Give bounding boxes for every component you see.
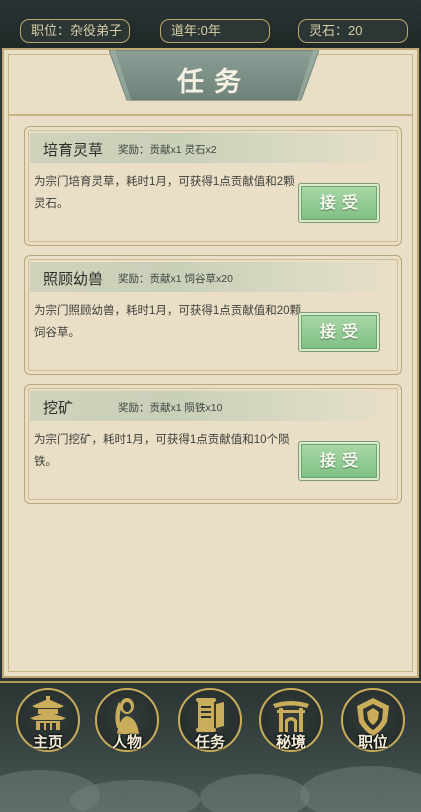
spirit-stones-display: 灵石：20 bbox=[298, 19, 408, 43]
cloud-decoration bbox=[300, 766, 421, 812]
nav-tasks[interactable]: 任务 bbox=[178, 688, 242, 752]
cloud-decoration bbox=[200, 774, 310, 812]
age-display: 道年:0年 bbox=[160, 19, 270, 43]
task-card: 挖矿 奖励：贡献x1 陨铁x10 为宗门挖矿，耗时1月，可获得1点贡献值和10个… bbox=[24, 384, 402, 504]
task-reward: 奖励：贡献x1 陨铁x10 bbox=[118, 402, 223, 414]
title-banner: 任务 bbox=[108, 49, 320, 102]
task-card-header: 照顾幼兽 奖励：贡献x1 饲谷草x20 bbox=[30, 262, 397, 292]
task-card: 照顾幼兽 奖励：贡献x1 饲谷草x20 为宗门照顾幼兽，耗时1月，可获得1点贡献… bbox=[24, 255, 402, 375]
nav-character[interactable]: 人物 bbox=[95, 688, 159, 752]
task-card-header: 挖矿 奖励：贡献x1 陨铁x10 bbox=[30, 391, 397, 421]
task-reward: 奖励：贡献x1 饲谷草x20 bbox=[118, 273, 233, 285]
position-display: 职位：杂役弟子 bbox=[20, 19, 130, 43]
nav-rank-label: 职位 bbox=[357, 734, 388, 751]
panel-divider bbox=[8, 114, 413, 116]
nav-home[interactable]: 主页 bbox=[16, 688, 80, 752]
accept-button[interactable]: 接受 bbox=[298, 312, 380, 352]
task-name: 培育灵草 bbox=[43, 142, 104, 159]
bottom-nav: 主页 人物 任务 秘境 职位 bbox=[0, 678, 421, 812]
task-card: 培育灵草 奖励：贡献x1 灵石x2 为宗门培育灵草，耗时1月，可获得1点贡献值和… bbox=[24, 126, 402, 246]
cloud-decoration bbox=[70, 780, 200, 812]
task-card-header: 培育灵草 奖励：贡献x1 灵石x2 bbox=[30, 133, 397, 163]
nav-character-label: 人物 bbox=[111, 734, 142, 751]
task-description: 为宗门培育灵草，耗时1月，可获得1点贡献值和2颗灵石。 bbox=[34, 176, 295, 210]
nav-rank[interactable]: 职位 bbox=[341, 688, 405, 752]
task-name: 照顾幼兽 bbox=[43, 271, 104, 288]
nav-home-label: 主页 bbox=[32, 734, 63, 751]
accept-button[interactable]: 接受 bbox=[298, 183, 380, 223]
nav-divider bbox=[0, 681, 421, 683]
status-bar: 职位：杂役弟子 道年:0年 灵石：20 bbox=[0, 0, 421, 48]
task-name: 挖矿 bbox=[43, 400, 74, 417]
nav-secret-realm[interactable]: 秘境 bbox=[259, 688, 323, 752]
task-description: 为宗门挖矿，耗时1月，可获得1点贡献值和10个陨铁。 bbox=[34, 434, 290, 468]
task-description: 为宗门照顾幼兽，耗时1月，可获得1点贡献值和20颗饲谷草。 bbox=[34, 305, 302, 339]
nav-tasks-label: 任务 bbox=[194, 734, 225, 751]
accept-button[interactable]: 接受 bbox=[298, 441, 380, 481]
task-panel: 任务 培育灵草 奖励：贡献x1 灵石x2 为宗门培育灵草，耗时1月，可获得1点贡… bbox=[2, 48, 419, 678]
task-reward: 奖励：贡献x1 灵石x2 bbox=[118, 144, 217, 156]
nav-secret-realm-label: 秘境 bbox=[275, 734, 306, 751]
page-title: 任务 bbox=[177, 67, 251, 98]
